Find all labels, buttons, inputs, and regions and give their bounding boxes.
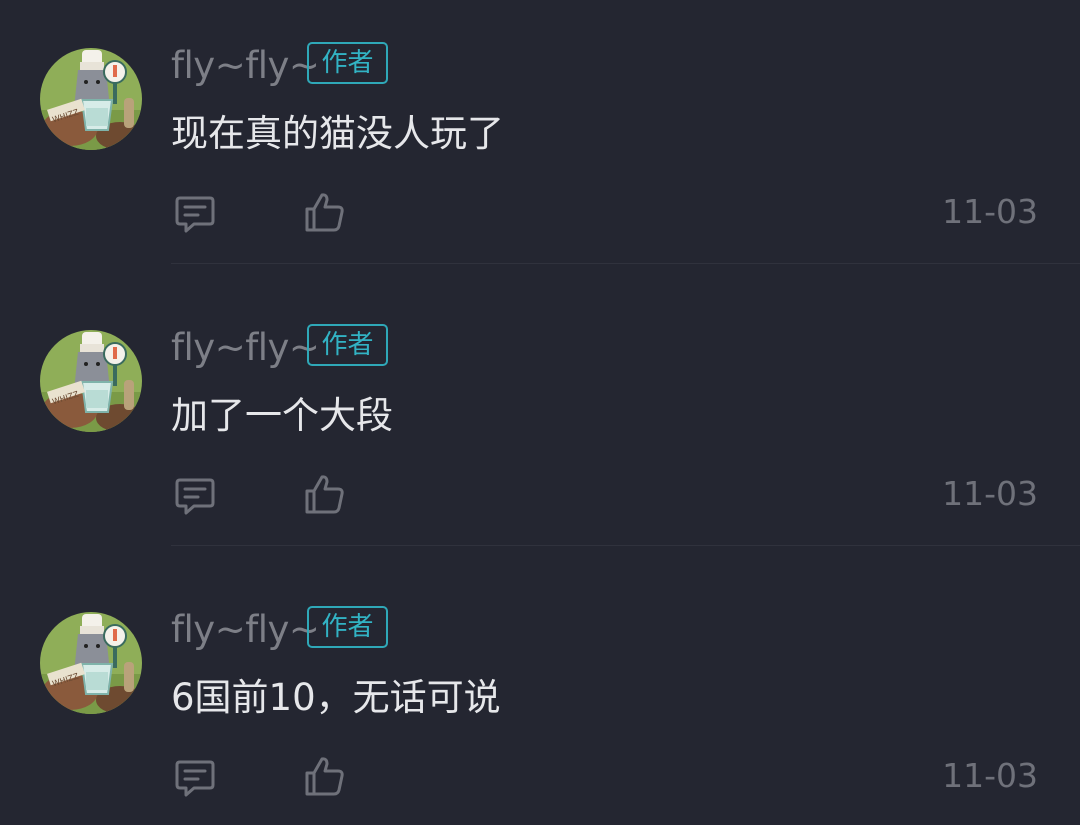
comment-date: 11-03	[942, 474, 1038, 513]
username[interactable]: fly~fly~	[171, 608, 320, 652]
cat-cook-avatar-icon	[40, 48, 142, 150]
author-badge: 作者	[307, 606, 388, 648]
comment-date: 11-03	[942, 756, 1038, 795]
author-badge: 作者	[307, 324, 388, 366]
thumbs-up-icon	[303, 755, 345, 797]
comment-list: fly~fly~ 作者 现在真的猫没人玩了 11-03 fly~fly~ 作者 …	[0, 0, 1080, 825]
cat-cook-avatar-icon	[40, 330, 142, 432]
divider	[171, 545, 1080, 546]
like-button[interactable]	[303, 191, 345, 233]
comment-bubble-icon	[174, 474, 216, 516]
comment-bubble-icon	[174, 192, 216, 234]
author-badge: 作者	[307, 42, 388, 84]
thumbs-up-icon	[303, 191, 345, 233]
username[interactable]: fly~fly~	[171, 326, 320, 370]
reply-button[interactable]	[174, 756, 216, 798]
comment-item: fly~fly~ 作者 现在真的猫没人玩了 11-03	[0, 0, 1080, 282]
thumbs-up-icon	[303, 473, 345, 515]
cat-cook-avatar-icon	[40, 612, 142, 714]
comment-text: 6国前10，无话可说	[171, 676, 501, 719]
comment-text: 加了一个大段	[171, 394, 393, 437]
reply-button[interactable]	[174, 474, 216, 516]
comment-item: fly~fly~ 作者 加了一个大段 11-03	[0, 282, 1080, 564]
username[interactable]: fly~fly~	[171, 44, 320, 88]
divider	[171, 263, 1080, 264]
like-button[interactable]	[303, 755, 345, 797]
comment-item: fly~fly~ 作者 6国前10，无话可说 11-03	[0, 564, 1080, 825]
reply-button[interactable]	[174, 192, 216, 234]
comment-text: 现在真的猫没人玩了	[171, 112, 504, 155]
comment-bubble-icon	[174, 756, 216, 798]
avatar[interactable]	[40, 330, 142, 432]
avatar[interactable]	[40, 612, 142, 714]
comment-date: 11-03	[942, 192, 1038, 231]
avatar[interactable]	[40, 48, 142, 150]
like-button[interactable]	[303, 473, 345, 515]
